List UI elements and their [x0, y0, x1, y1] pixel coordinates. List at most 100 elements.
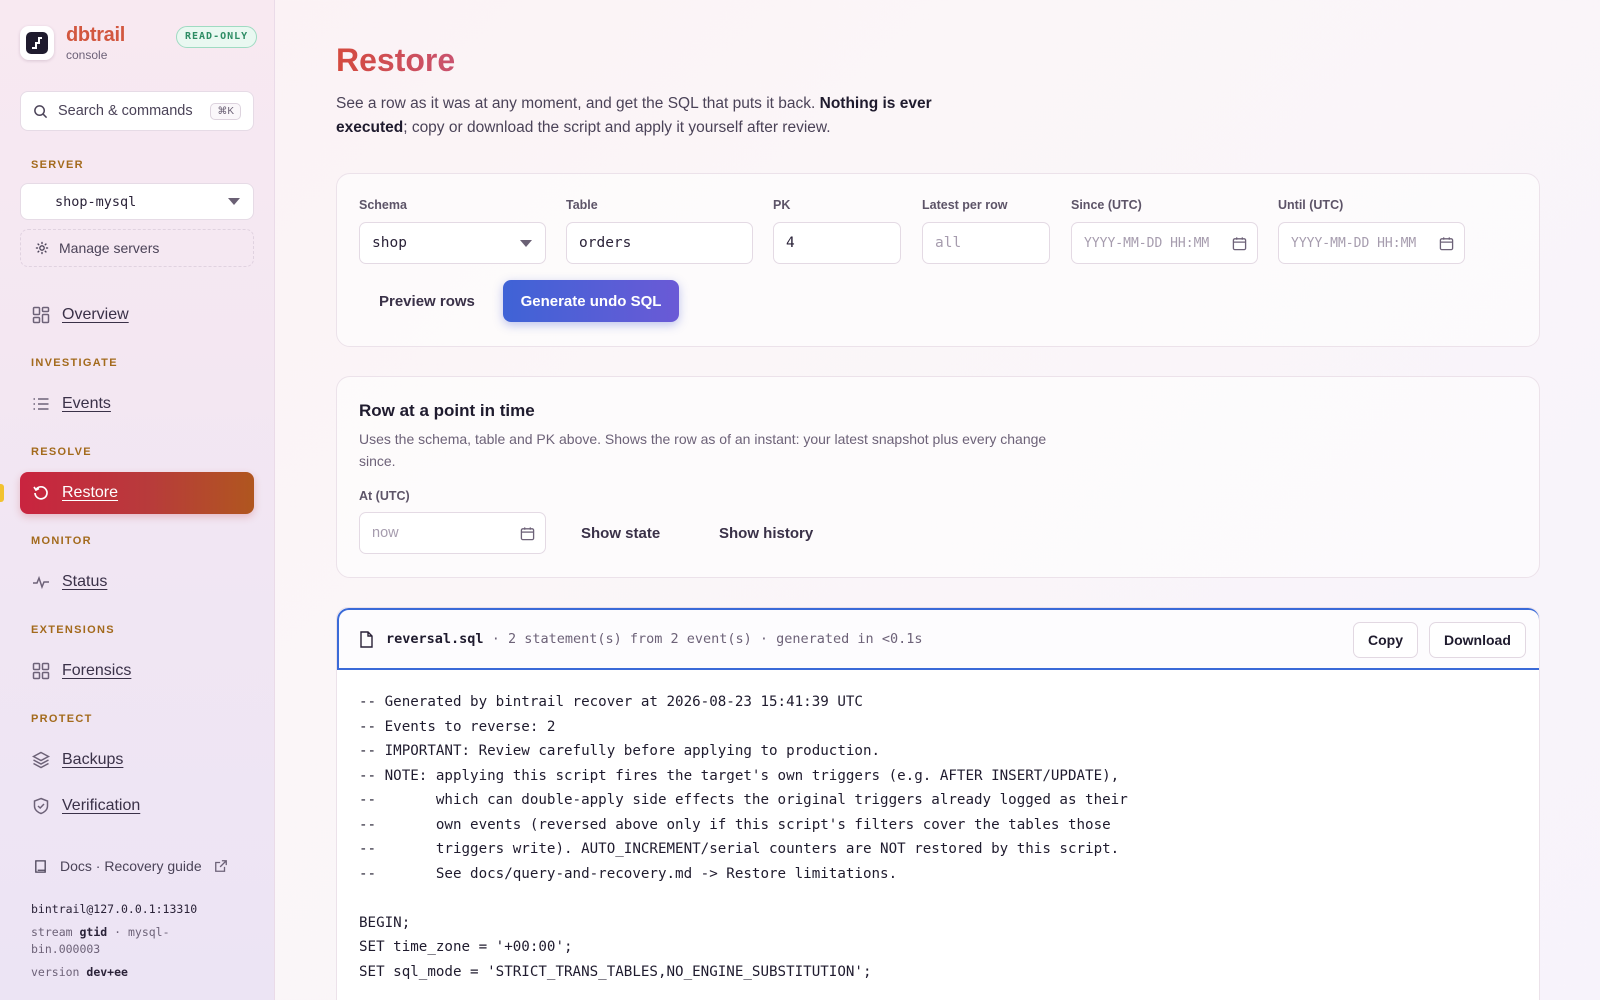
schema-select[interactable]: shop	[359, 222, 546, 264]
active-nav-marker	[0, 484, 4, 502]
grid-icon	[32, 306, 50, 324]
generate-undo-sql-button[interactable]: Generate undo SQL	[503, 280, 679, 322]
latest-per-row-label: Latest per row	[922, 198, 1008, 212]
manage-servers-button[interactable]: Manage servers	[20, 229, 254, 267]
brand[interactable]: dbtrail console	[20, 24, 125, 62]
docs-recovery-guide-link[interactable]: Docs · Recovery guide	[33, 858, 228, 874]
sidebar-item-label: Forensics	[62, 662, 132, 679]
sql-line: BEGIN;	[359, 914, 411, 931]
section-monitor: MONITOR	[31, 535, 92, 547]
point-in-time-description: Uses the schema, table and PK above. Sho…	[359, 431, 1047, 469]
preview-rows-button[interactable]: Preview rows	[359, 280, 495, 322]
stream-info: stream gtid · mysql-	[31, 925, 170, 939]
shield-check-icon	[33, 797, 49, 815]
sidebar-item-label: Verification	[62, 797, 141, 814]
section-extensions: EXTENSIONS	[31, 624, 115, 636]
sql-filename: reversal.sql	[386, 631, 484, 647]
section-protect: PROTECT	[31, 713, 93, 725]
sidebar-item-overview[interactable]: Overview	[20, 294, 254, 336]
sql-line: -- triggers write). AUTO_INCREMENT/seria…	[359, 841, 1120, 857]
section-server: SERVER	[31, 159, 84, 171]
sql-code-block: -- Generated by bintrail recover at 2026…	[359, 690, 1128, 984]
at-utc-placeholder: now	[372, 525, 399, 541]
stream-prefix: stream	[31, 925, 73, 939]
sql-line	[359, 886, 1128, 911]
sql-line: -- IMPORTANT: Review carefully before ap…	[359, 743, 881, 759]
search-commands-button[interactable]: Search & commands ⌘K	[20, 91, 254, 131]
show-state-button[interactable]: Show state	[561, 512, 680, 554]
table-label: Table	[566, 198, 598, 212]
version-prefix: version	[31, 965, 80, 979]
sql-line: -- Events to reverse: 2	[359, 718, 556, 735]
page-description: See a row as it was at any moment, and g…	[336, 92, 996, 140]
app-subtitle: console	[66, 48, 108, 62]
until-input[interactable]: YYYY-MM-DD HH:MM	[1278, 222, 1465, 264]
page-title: Restore	[336, 42, 456, 78]
search-icon	[34, 104, 48, 118]
sql-line: -- NOTE: applying this script fires the …	[359, 767, 1120, 784]
stream-mode: gtid	[79, 925, 108, 939]
section-investigate: INVESTIGATE	[31, 357, 118, 369]
version-value: dev+ee	[86, 965, 128, 979]
restore-icon	[33, 485, 48, 500]
gear-icon	[35, 241, 49, 255]
pulse-icon	[33, 575, 49, 590]
server-select[interactable]: shop-mysql	[20, 183, 254, 220]
sql-line: -- own events (reversed above only if th…	[359, 816, 1111, 833]
sql-line: SET time_zone = '+00:00';	[359, 939, 573, 955]
sidebar-item-label: Overview	[62, 306, 129, 323]
stream-file-a: · mysql-	[114, 925, 170, 939]
sidebar-item-label: Status	[62, 573, 108, 590]
manage-servers-label: Manage servers	[59, 240, 160, 256]
since-input[interactable]: YYYY-MM-DD HH:MM	[1071, 222, 1258, 264]
schema-label: Schema	[359, 198, 407, 212]
sidebar-item-backups[interactable]: Backups	[20, 739, 254, 781]
sidebar-item-events[interactable]: Events	[20, 383, 254, 425]
latest-per-row-input[interactable]: all	[922, 222, 1050, 264]
sidebar-item-restore[interactable]: Restore	[20, 472, 254, 514]
docs-link-label: Docs · Recovery guide	[60, 858, 202, 874]
layers-icon	[32, 751, 50, 769]
page-description-b: ; copy or download the script and apply …	[403, 119, 831, 136]
external-link-icon	[214, 860, 227, 872]
chevron-down-icon	[228, 198, 240, 205]
until-placeholder: YYYY-MM-DD HH:MM	[1291, 235, 1417, 251]
sidebar-item-label: Events	[62, 395, 111, 412]
page-description-a: See a row as it was at any moment, and g…	[336, 95, 816, 112]
chevron-down-icon	[520, 240, 532, 247]
show-history-button[interactable]: Show history	[699, 512, 833, 554]
sidebar-item-label: Restore	[62, 484, 119, 501]
sidebar-item-forensics[interactable]: Forensics	[20, 650, 254, 692]
sql-line: -- which can double-apply side effects t…	[359, 792, 1128, 808]
sidebar-item-verification[interactable]: Verification	[20, 785, 254, 827]
sidebar: dbtrail console READ-ONLY Search & comma…	[0, 0, 275, 1000]
pk-input[interactable]: 4	[773, 222, 901, 264]
version-info: version dev+ee	[31, 965, 128, 979]
section-resolve: RESOLVE	[31, 446, 92, 458]
download-button[interactable]: Download	[1429, 622, 1526, 658]
app-name: dbtrail	[66, 24, 126, 46]
schema-value: shop	[372, 235, 407, 251]
since-label: Since (UTC)	[1071, 198, 1142, 212]
calendar-icon[interactable]	[520, 526, 535, 541]
list-icon	[33, 398, 49, 410]
sidebar-item-status[interactable]: Status	[20, 561, 254, 603]
at-utc-input[interactable]: now	[359, 512, 546, 554]
table-input[interactable]: orders	[566, 222, 753, 264]
sql-line: SET sql_mode = 'STRICT_TRANS_TABLES,NO_E…	[359, 963, 872, 980]
until-label: Until (UTC)	[1278, 198, 1344, 212]
connection-string: bintrail@127.0.0.1:13310	[31, 902, 198, 916]
calendar-icon[interactable]	[1439, 236, 1454, 251]
search-label: Search & commands	[58, 103, 193, 119]
sql-meta-text: · 2 statement(s) from 2 event(s) · gener…	[491, 631, 923, 647]
restore-filter-card: Schema shop Table orders PK 4 Latest per…	[336, 173, 1540, 347]
calendar-icon[interactable]	[1232, 236, 1247, 251]
since-placeholder: YYYY-MM-DD HH:MM	[1084, 235, 1210, 251]
book-icon	[35, 859, 46, 873]
copy-button[interactable]: Copy	[1353, 622, 1418, 658]
app-logo-icon	[20, 26, 54, 60]
sql-line: -- See docs/query-and-recovery.md -> Res…	[359, 865, 898, 882]
read-only-badge: READ-ONLY	[176, 26, 258, 48]
at-utc-label: At (UTC)	[359, 489, 410, 503]
sql-output-card: reversal.sql · 2 statement(s) from 2 eve…	[336, 607, 1540, 1000]
